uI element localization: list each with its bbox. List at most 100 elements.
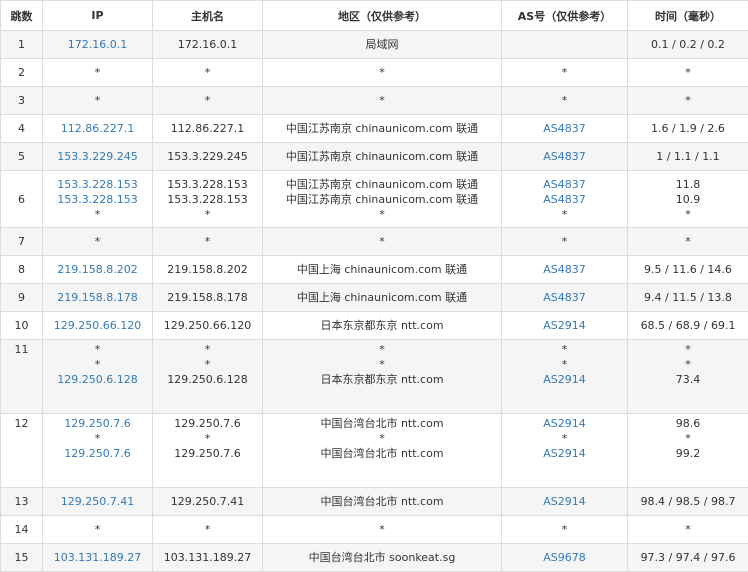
region-cell: 中国台湾台北市 ntt.com*中国台湾台北市 ntt.com <box>263 414 502 488</box>
header-ip: IP <box>43 1 153 31</box>
traceroute-table: 跳数 IP 主机名 地区（仅供参考） AS号（仅供参考） 时间（毫秒） 1172… <box>0 0 748 572</box>
hostname-cell-text: * <box>153 522 262 537</box>
as-link: * <box>502 357 627 372</box>
hop-cell: 8 <box>1 256 43 284</box>
hop-cell: 11 <box>1 340 43 414</box>
hostname-cell: * <box>153 87 263 115</box>
ip-link: * <box>43 234 152 249</box>
time-cell-text: 68.5 / 68.9 / 69.1 <box>628 318 748 333</box>
ip-link[interactable]: 129.250.6.128 <box>43 372 152 387</box>
time-cell: 1 / 1.1 / 1.1 <box>628 143 748 171</box>
time-cell: * <box>628 87 748 115</box>
table-row: 13129.250.7.41129.250.7.41中国台湾台北市 ntt.co… <box>1 488 748 516</box>
ip-cell: **129.250.6.128 <box>43 340 153 414</box>
as-link: * <box>502 207 627 222</box>
ip-link[interactable]: 103.131.189.27 <box>43 550 152 565</box>
table-row: 5153.3.229.245153.3.229.245中国江苏南京 chinau… <box>1 143 748 171</box>
region-cell-text: 中国江苏南京 chinaunicom.com 联通 <box>263 121 501 136</box>
table-row: 4112.86.227.1112.86.227.1中国江苏南京 chinauni… <box>1 115 748 143</box>
hostname-cell-text: 112.86.227.1 <box>153 121 262 136</box>
time-cell: 97.3 / 97.4 / 97.6 <box>628 544 748 572</box>
hostname-cell: * <box>153 228 263 256</box>
ip-link[interactable]: 219.158.8.202 <box>43 262 152 277</box>
as-link[interactable]: AS4837 <box>502 121 627 136</box>
hostname-cell-text: * <box>153 234 262 249</box>
as-link: * <box>502 522 627 537</box>
region-cell-text: * <box>263 65 501 80</box>
region-cell-text: 中国台湾台北市 soonkeat.sg <box>263 550 501 565</box>
table-row: 10129.250.66.120129.250.66.120日本东京都东京 nt… <box>1 312 748 340</box>
region-cell-text: * <box>263 342 501 357</box>
ip-link: * <box>43 93 152 108</box>
as-link[interactable]: AS2914 <box>502 446 627 461</box>
as-link: * <box>502 93 627 108</box>
time-cell-text: 9.5 / 11.6 / 14.6 <box>628 262 748 277</box>
ip-link: * <box>43 342 152 357</box>
as-link[interactable]: AS2914 <box>502 494 627 509</box>
time-cell-text: 1 / 1.1 / 1.1 <box>628 149 748 164</box>
as-cell: * <box>502 516 628 544</box>
ip-link[interactable]: 129.250.7.41 <box>43 494 152 509</box>
time-cell: 98.6*99.2 <box>628 414 748 488</box>
region-cell-text: * <box>263 207 501 222</box>
hostname-cell-text: * <box>153 431 262 446</box>
hop-cell: 5 <box>1 143 43 171</box>
ip-cell: * <box>43 59 153 87</box>
hop-cell: 7 <box>1 228 43 256</box>
region-cell-text: 日本东京都东京 ntt.com <box>263 318 501 333</box>
header-as: AS号（仅供参考） <box>502 1 628 31</box>
hostname-cell-text: 129.250.7.6 <box>153 416 262 431</box>
hostname-cell-text: 153.3.228.153 <box>153 177 262 192</box>
as-link[interactable]: AS4837 <box>502 290 627 305</box>
ip-link[interactable]: 129.250.66.120 <box>43 318 152 333</box>
region-cell-text: 中国台湾台北市 ntt.com <box>263 416 501 431</box>
region-cell: 中国江苏南京 chinaunicom.com 联通 <box>263 115 502 143</box>
as-link[interactable]: AS2914 <box>502 416 627 431</box>
ip-link[interactable]: 219.158.8.178 <box>43 290 152 305</box>
header-time: 时间（毫秒） <box>628 1 748 31</box>
ip-link[interactable]: 153.3.229.245 <box>43 149 152 164</box>
time-cell: 0.1 / 0.2 / 0.2 <box>628 31 748 59</box>
table-row: 11**129.250.6.128**129.250.6.128**日本东京都东… <box>1 340 748 414</box>
time-cell: * <box>628 228 748 256</box>
hostname-cell-text: 103.131.189.27 <box>153 550 262 565</box>
ip-link[interactable]: 129.250.7.6 <box>43 446 152 461</box>
table-row: 15103.131.189.27103.131.189.27中国台湾台北市 so… <box>1 544 748 572</box>
region-cell: **日本东京都东京 ntt.com <box>263 340 502 414</box>
hostname-cell: 153.3.229.245 <box>153 143 263 171</box>
table-row: 3***** <box>1 87 748 115</box>
ip-cell: 129.250.7.6*129.250.7.6 <box>43 414 153 488</box>
as-link[interactable]: AS4837 <box>502 149 627 164</box>
as-link[interactable]: AS4837 <box>502 192 627 207</box>
as-link[interactable]: AS2914 <box>502 318 627 333</box>
region-cell-text: * <box>263 431 501 446</box>
hostname-cell-text: 129.250.6.128 <box>153 372 262 387</box>
time-cell-text: * <box>628 234 748 249</box>
time-cell: 9.4 / 11.5 / 13.8 <box>628 284 748 312</box>
as-link[interactable]: AS4837 <box>502 262 627 277</box>
ip-cell: * <box>43 228 153 256</box>
hostname-cell: 103.131.189.27 <box>153 544 263 572</box>
ip-link[interactable]: 172.16.0.1 <box>43 37 152 52</box>
hostname-cell-text: 129.250.7.6 <box>153 446 262 461</box>
region-cell: 中国上海 chinaunicom.com 联通 <box>263 256 502 284</box>
as-link[interactable]: AS2914 <box>502 372 627 387</box>
time-cell-text: * <box>628 431 748 446</box>
ip-cell: 172.16.0.1 <box>43 31 153 59</box>
as-link[interactable]: AS4837 <box>502 177 627 192</box>
hop-cell: 6 <box>1 171 43 228</box>
region-cell-text: * <box>263 357 501 372</box>
hostname-cell: 129.250.66.120 <box>153 312 263 340</box>
ip-link[interactable]: 153.3.228.153 <box>43 192 152 207</box>
hostname-cell-text: * <box>153 207 262 222</box>
as-link[interactable]: AS9678 <box>502 550 627 565</box>
ip-link[interactable]: 129.250.7.6 <box>43 416 152 431</box>
ip-link[interactable]: 153.3.228.153 <box>43 177 152 192</box>
time-cell-text: * <box>628 357 748 372</box>
ip-cell: 153.3.229.245 <box>43 143 153 171</box>
ip-cell: 219.158.8.202 <box>43 256 153 284</box>
ip-link[interactable]: 112.86.227.1 <box>43 121 152 136</box>
region-cell-text: 中国江苏南京 chinaunicom.com 联通 <box>263 149 501 164</box>
ip-cell: 103.131.189.27 <box>43 544 153 572</box>
ip-cell: 129.250.7.41 <box>43 488 153 516</box>
